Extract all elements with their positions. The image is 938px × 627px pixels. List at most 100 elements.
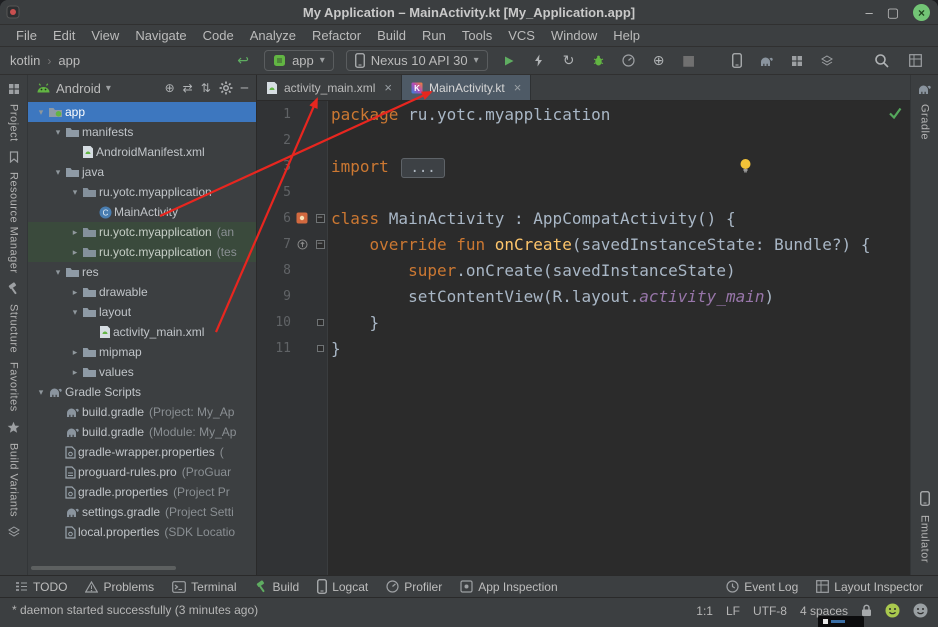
project-horizontal-scrollbar[interactable] <box>31 566 176 570</box>
stripe-favorites[interactable]: Favorites <box>8 362 20 412</box>
breadcrumb-segment-app[interactable]: app <box>58 53 80 68</box>
menu-view[interactable]: View <box>83 28 127 43</box>
chevron-down-icon[interactable]: ▾ <box>51 267 65 278</box>
breadcrumb-segment-kotlin[interactable]: kotlin <box>10 53 40 68</box>
tree-item-activity-main-xml[interactable]: activity_main.xml <box>28 322 256 342</box>
tree-item-gradle-properties[interactable]: gradle.properties(Project Pr <box>28 482 256 502</box>
tree-item-gradle-wrapper-properties[interactable]: gradle-wrapper.properties( <box>28 442 256 462</box>
toolwindow-terminal[interactable]: Terminal <box>163 576 245 598</box>
chevron-right-icon[interactable]: ▸ <box>68 347 82 358</box>
stripe-build-variants[interactable]: Build Variants <box>8 443 20 517</box>
close-tab-icon[interactable]: × <box>514 80 522 95</box>
tree-item-ru-yotc-myapplication[interactable]: ▸ru.yotc.myapplication(tes <box>28 242 256 262</box>
fold-collapse-icon[interactable]: − <box>316 214 325 223</box>
tree-item-build-gradle[interactable]: build.gradle(Module: My_Ap <box>28 422 256 442</box>
apply-changes-button[interactable] <box>526 49 552 73</box>
caret-position[interactable]: 1:1 <box>696 604 713 618</box>
menu-file[interactable]: File <box>8 28 45 43</box>
class-marker-icon[interactable] <box>291 212 313 224</box>
apply-code-changes-button[interactable]: ↻ <box>556 49 582 73</box>
sdk-manager-button[interactable] <box>784 49 810 73</box>
folded-imports-region[interactable]: ... <box>401 158 444 178</box>
maximize-button[interactable]: ▢ <box>887 5 899 21</box>
device-file-explorer-button[interactable] <box>814 49 840 73</box>
stop-button[interactable]: ■ <box>676 49 702 73</box>
close-button[interactable]: × <box>913 4 930 21</box>
toolwindow-profiler[interactable]: Profiler <box>377 576 451 598</box>
stripe-resource-manager[interactable]: Resource Manager <box>8 172 20 274</box>
project-view-selector[interactable]: Android <box>56 81 101 96</box>
toolwindow-problems[interactable]: Problems <box>76 576 163 598</box>
chevron-down-icon[interactable]: ▾ <box>68 307 82 318</box>
fold-collapse-icon[interactable]: − <box>316 240 325 249</box>
tree-item-build-gradle[interactable]: build.gradle(Project: My_Ap <box>28 402 256 422</box>
menu-run[interactable]: Run <box>414 28 454 43</box>
tree-item-settings-gradle[interactable]: settings.gradle(Project Setti <box>28 502 256 522</box>
editor-content[interactable]: 1package ru.yotc.myapplication23import .… <box>257 101 910 575</box>
menu-edit[interactable]: Edit <box>45 28 83 43</box>
chevron-right-icon[interactable]: ▸ <box>68 247 82 258</box>
chevron-right-icon[interactable]: ▸ <box>68 287 82 298</box>
run-button[interactable] <box>496 49 522 73</box>
toolwindow-build[interactable]: Build <box>246 576 309 598</box>
chevron-down-icon[interactable]: ▾ <box>34 387 48 398</box>
tree-item-res[interactable]: ▾res <box>28 262 256 282</box>
toolwindow-event-log[interactable]: Event Log <box>717 576 807 598</box>
chevron-down-icon[interactable]: ▾ <box>34 107 48 118</box>
menu-help[interactable]: Help <box>605 28 648 43</box>
override-marker-icon[interactable] <box>291 239 313 250</box>
read-only-lock-icon[interactable] <box>861 604 872 617</box>
tree-item-app[interactable]: ▾app <box>28 102 256 122</box>
stripe-project[interactable]: Project <box>8 104 20 142</box>
tree-item-java[interactable]: ▾java <box>28 162 256 182</box>
attach-debugger-button[interactable]: ⊕ <box>646 49 672 73</box>
expand-all-button[interactable]: ⇄ <box>183 81 193 95</box>
menu-window[interactable]: Window <box>543 28 605 43</box>
menu-code[interactable]: Code <box>195 28 242 43</box>
gradle-sync-button[interactable]: ↩ <box>230 49 256 73</box>
close-tab-icon[interactable]: × <box>384 80 392 95</box>
memory-indicator-icon[interactable] <box>913 603 928 618</box>
layout-validation-button[interactable] <box>902 49 928 73</box>
menu-refactor[interactable]: Refactor <box>304 28 369 43</box>
tree-item-manifests[interactable]: ▾manifests <box>28 122 256 142</box>
toolwindow-logcat[interactable]: Logcat <box>308 576 377 598</box>
tree-item-mipmap[interactable]: ▸mipmap <box>28 342 256 362</box>
device-selector-dropdown[interactable]: Nexus 10 API 30▾ <box>346 50 488 71</box>
chevron-down-icon[interactable]: ▾ <box>51 167 65 178</box>
fold-end-icon[interactable] <box>317 345 324 352</box>
tree-item-ru-yotc-myapplication[interactable]: ▸ru.yotc.myapplication(an <box>28 222 256 242</box>
menu-vcs[interactable]: VCS <box>500 28 543 43</box>
stripe-gradle[interactable]: Gradle <box>919 104 931 140</box>
menu-analyze[interactable]: Analyze <box>242 28 304 43</box>
tab-activity-main-xml[interactable]: activity_main.xml× <box>257 75 402 100</box>
minimize-button[interactable]: – <box>865 5 872 20</box>
tree-item-ru-yotc-myapplication[interactable]: ▾ru.yotc.myapplication <box>28 182 256 202</box>
tree-item-proguard-rules-pro[interactable]: proguard-rules.pro(ProGuar <box>28 462 256 482</box>
hide-panel-button[interactable]: ─ <box>241 81 248 95</box>
fold-end-icon[interactable] <box>317 319 324 326</box>
toolwindow-app-inspection[interactable]: App Inspection <box>451 576 566 598</box>
profile-button[interactable] <box>616 49 642 73</box>
collapse-all-button[interactable]: ⇅ <box>201 81 211 95</box>
tree-item-layout[interactable]: ▾layout <box>28 302 256 322</box>
toolwindow-todo[interactable]: TODO <box>6 576 76 598</box>
feedback-smiley-icon[interactable] <box>885 603 900 618</box>
run-config-dropdown[interactable]: app▾ <box>264 50 334 71</box>
intention-bulb-icon[interactable] <box>739 158 752 173</box>
tree-item-drawable[interactable]: ▸drawable <box>28 282 256 302</box>
chevron-down-icon[interactable]: ▾ <box>51 127 65 138</box>
settings-button[interactable] <box>219 81 233 95</box>
toolwindow-layout-inspector[interactable]: Layout Inspector <box>807 576 932 598</box>
tab-mainactivity-kt[interactable]: KMainActivity.kt× <box>402 75 531 100</box>
file-encoding[interactable]: UTF-8 <box>753 604 787 618</box>
menu-tools[interactable]: Tools <box>454 28 500 43</box>
debug-button[interactable] <box>586 49 612 73</box>
chevron-right-icon[interactable]: ▸ <box>68 227 82 238</box>
tree-item-values[interactable]: ▸values <box>28 362 256 382</box>
menu-navigate[interactable]: Navigate <box>127 28 194 43</box>
line-separator[interactable]: LF <box>726 604 740 618</box>
tree-item-local-properties[interactable]: local.properties(SDK Locatio <box>28 522 256 542</box>
sync-project-with-gradle-button[interactable] <box>754 49 780 73</box>
chevron-right-icon[interactable]: ▸ <box>68 367 82 378</box>
